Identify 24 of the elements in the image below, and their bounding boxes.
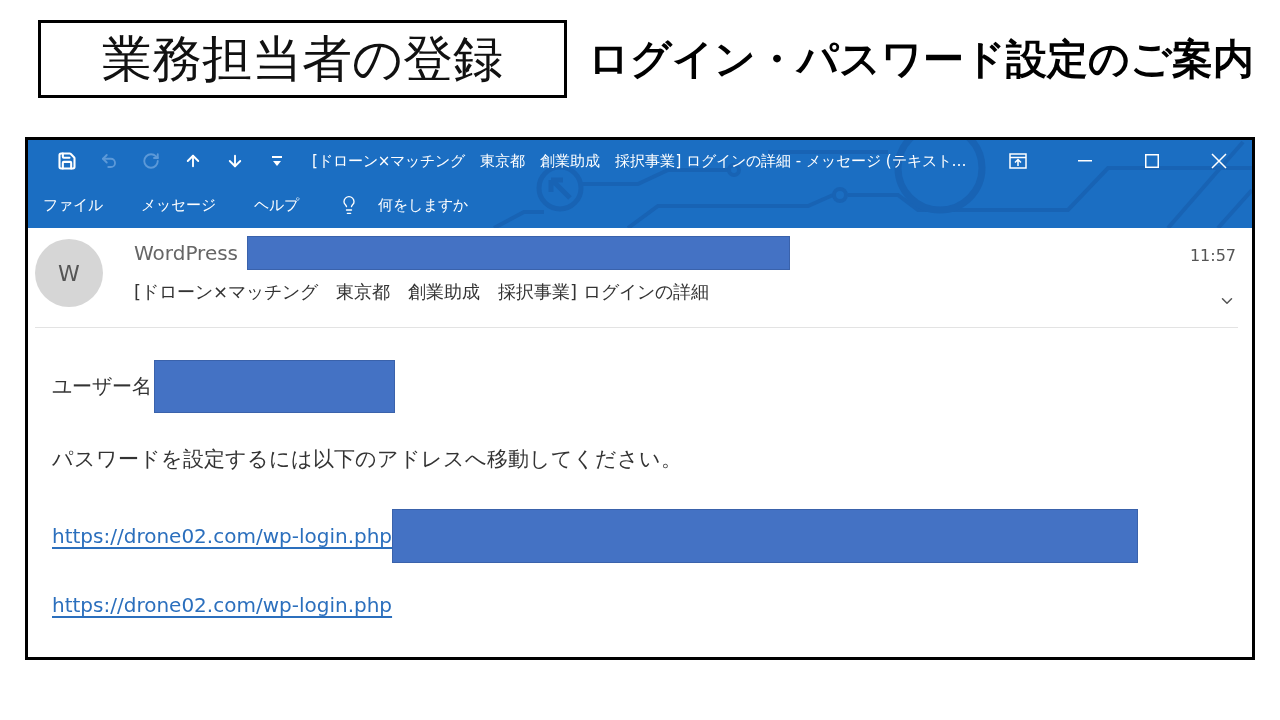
instruction-text: パスワードを設定するには以下のアドレスへ移動してください。 <box>52 446 682 473</box>
redo-icon <box>142 152 160 170</box>
save-icon <box>57 151 77 171</box>
minimize-icon <box>1077 160 1092 162</box>
tell-me-field[interactable]: 何をしますか <box>378 196 478 214</box>
close-icon <box>1210 153 1227 169</box>
avatar: W <box>35 239 103 307</box>
received-time: 11:57 <box>1189 246 1236 266</box>
username-label: ユーザー名 <box>52 373 152 400</box>
menu-tab[interactable]: メッセージ <box>141 195 216 215</box>
menu-tab[interactable]: ファイル <box>43 195 103 215</box>
slide-title: 業務担当者の登録 <box>38 20 567 98</box>
customize-toolbar-icon <box>271 155 283 167</box>
sender-name: WordPress <box>134 241 239 265</box>
window-title: [ドローン×マッチング 東京都 創業助成 採択事業] ログインの詳細 - メッセージ (テキスト… <box>312 151 967 171</box>
message-subject: [ドローン×マッチング 東京都 創業助成 採択事業] ログインの詳細 <box>134 280 709 304</box>
down-arrow-icon <box>226 152 244 170</box>
login-link[interactable]: https://drone02.com/wp-login.php <box>52 522 393 550</box>
menu-tab[interactable]: ヘルプ <box>254 195 299 215</box>
maximize-icon <box>1144 154 1159 168</box>
slide-heading: ログイン・パスワード設定のご案内 <box>588 34 1254 84</box>
login-link[interactable]: https://drone02.com/wp-login.php <box>52 591 393 619</box>
undo-icon <box>100 152 118 170</box>
ribbon-display-icon <box>1008 153 1027 169</box>
